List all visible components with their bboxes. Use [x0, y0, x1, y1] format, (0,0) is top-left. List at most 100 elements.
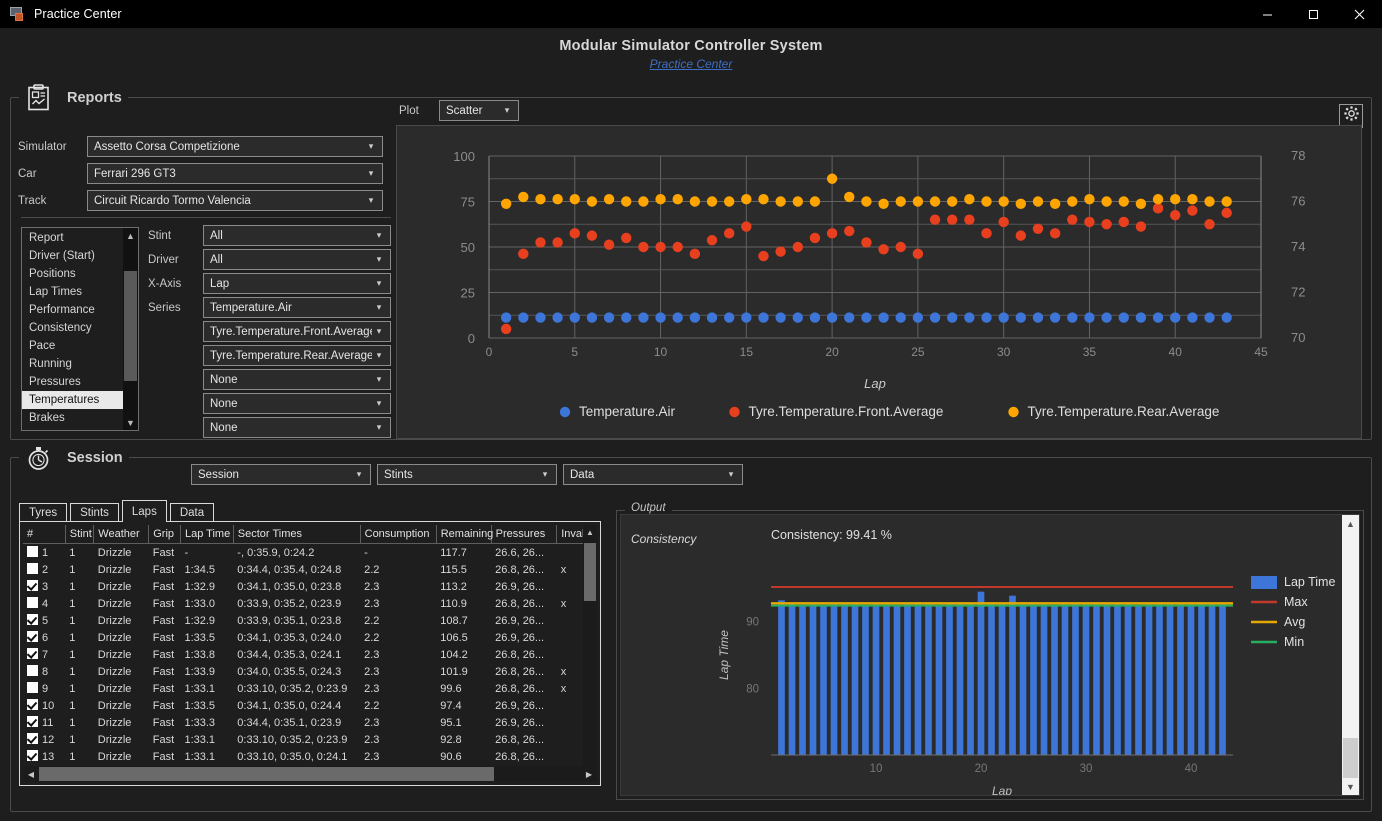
selector-select-3[interactable]: Temperature.Air ▾ — [203, 297, 391, 318]
minimize-button[interactable] — [1244, 0, 1290, 28]
row-checkbox[interactable] — [27, 699, 38, 710]
table-row[interactable]: 3 1 Drizzle Fast 1:32.9 0:34.1, 0:35.0, 0:23.… — [23, 578, 589, 595]
svg-text:0: 0 — [486, 345, 493, 359]
column-header-[interactable]: # — [23, 525, 66, 544]
output-scroll-thumb[interactable] — [1343, 738, 1358, 778]
selector-value-2: Lap — [210, 277, 230, 290]
selector-select-8[interactable]: None ▾ — [203, 417, 391, 438]
scroll-left-icon[interactable]: ◀ — [23, 770, 39, 779]
table-row[interactable]: 9 1 Drizzle Fast 1:33.1 0:33.10, 0:35.2, 0:23… — [23, 680, 589, 697]
cell-lap: 1:33.5 — [184, 699, 216, 712]
session-data-select[interactable]: Data ▾ — [563, 464, 743, 485]
row-checkbox[interactable] — [27, 665, 38, 676]
laps-vscroll-thumb[interactable] — [584, 543, 596, 601]
row-checkbox[interactable] — [27, 750, 38, 761]
selector-select-5[interactable]: Tyre.Temperature.Rear.Average ▾ — [203, 345, 391, 366]
scroll-up-icon[interactable]: ▲ — [1342, 515, 1359, 532]
selector-select-2[interactable]: Lap ▾ — [203, 273, 391, 294]
cell-weather: Drizzle — [97, 614, 132, 627]
row-checkbox[interactable] — [27, 546, 38, 557]
column-header-sector-times[interactable]: Sector Times — [233, 525, 361, 544]
selector-label-1: Driver — [148, 253, 179, 266]
cell-rem: 90.6 — [440, 750, 462, 763]
cell-sectors: 0:33.10, 0:35.2, 0:23.9 — [237, 682, 348, 695]
selector-select-0[interactable]: All ▾ — [203, 225, 391, 246]
column-header-weather[interactable]: Weather — [93, 525, 150, 544]
table-row[interactable]: 1 1 Drizzle Fast - -, 0:35.9, 0:24.2-117.7 26.… — [23, 544, 589, 562]
table-row[interactable]: 12 1 Drizzle Fast 1:33.1 0:33.10, 0:35.2, 0:2… — [23, 731, 589, 748]
selector-select-4[interactable]: Tyre.Temperature.Front.Average ▾ — [203, 321, 391, 342]
row-checkbox[interactable] — [27, 580, 38, 591]
row-checkbox[interactable] — [27, 597, 38, 608]
session-stints-select[interactable]: Stints ▾ — [377, 464, 557, 485]
table-row[interactable]: 5 1 Drizzle Fast 1:32.9 0:33.9, 0:35.1, 0:23.… — [23, 612, 589, 629]
selector-value-0: All — [210, 229, 223, 242]
cell-weather: Drizzle — [97, 682, 132, 695]
column-header-consumption[interactable]: Consumption — [360, 525, 437, 544]
laps-table-hscrollbar[interactable]: ◀ ▶ — [23, 766, 597, 782]
report-list-item-report[interactable]: Report — [22, 229, 138, 247]
practice-center-link[interactable]: Practice Center — [0, 57, 1382, 71]
row-checkbox[interactable] — [27, 563, 38, 574]
car-select[interactable]: Ferrari 296 GT3 ▾ — [87, 163, 383, 184]
report-list-item-performance[interactable]: Performance — [22, 301, 138, 319]
row-checkbox[interactable] — [27, 614, 38, 625]
scroll-up-icon[interactable]: ▲ — [123, 228, 138, 243]
tab-stints[interactable]: Stints — [70, 503, 119, 522]
table-row[interactable]: 4 1 Drizzle Fast 1:33.0 0:33.9, 0:35.2, 0:23.… — [23, 595, 589, 612]
report-list-item-consistency[interactable]: Consistency — [22, 319, 138, 337]
selector-select-7[interactable]: None ▾ — [203, 393, 391, 414]
cell-press: 26.8, 26... — [495, 563, 545, 576]
row-checkbox[interactable] — [27, 716, 38, 727]
scroll-up-icon[interactable]: ▲ — [583, 525, 597, 539]
plot-type-select[interactable]: Scatter ▾ — [439, 100, 519, 121]
report-list-item-lap-times[interactable]: Lap Times — [22, 283, 138, 301]
laps-hscroll-thumb[interactable] — [39, 767, 495, 781]
column-header-remaining[interactable]: Remaining — [436, 525, 493, 544]
table-row[interactable]: 2 1 Drizzle Fast 1:34.5 0:34.4, 0:35.4, 0:24.… — [23, 561, 589, 578]
session-scope-value: Session — [198, 468, 239, 481]
report-listbox[interactable]: Report Driver (Start) Positions Lap Times Pe… — [21, 227, 139, 431]
row-checkbox[interactable] — [27, 682, 38, 693]
report-list-item-pace[interactable]: Pace — [22, 337, 138, 355]
table-row[interactable]: 11 1 Drizzle Fast 1:33.3 0:34.4, 0:35.1, 0:23… — [23, 714, 589, 731]
tab-tyres[interactable]: Tyres — [19, 503, 68, 522]
scroll-down-icon[interactable]: ▼ — [1342, 778, 1359, 795]
report-list-item-brakes[interactable]: Brakes — [22, 409, 138, 427]
column-header-lap-time[interactable]: Lap Time — [180, 525, 234, 544]
report-list-item-pressures[interactable]: Pressures — [22, 373, 138, 391]
scroll-down-icon[interactable]: ▼ — [123, 415, 138, 430]
column-header-grip[interactable]: Grip — [148, 525, 181, 544]
report-list-item-running[interactable]: Running — [22, 355, 138, 373]
track-select[interactable]: Circuit Ricardo Tormo Valencia ▾ — [87, 190, 383, 211]
row-checkbox[interactable] — [27, 631, 38, 642]
report-list-item-positions[interactable]: Positions — [22, 265, 138, 283]
table-row[interactable]: 10 1 Drizzle Fast 1:33.5 0:34.1, 0:35.0, 0:24… — [23, 697, 589, 714]
table-row[interactable]: 6 1 Drizzle Fast 1:33.5 0:34.1, 0:35.3, 0:24.… — [23, 629, 589, 646]
close-button[interactable] — [1336, 0, 1382, 28]
scroll-right-icon[interactable]: ▶ — [581, 770, 597, 779]
session-scope-select[interactable]: Session ▾ — [191, 464, 371, 485]
report-list-item-temperatures[interactable]: Temperatures — [22, 391, 138, 409]
tab-laps[interactable]: Laps — [121, 500, 167, 522]
row-checkbox[interactable] — [27, 733, 38, 744]
column-header-pressures[interactable]: Pressures — [491, 525, 558, 544]
row-checkbox[interactable] — [27, 648, 38, 659]
simulator-select[interactable]: Assetto Corsa Competizione ▾ — [87, 136, 383, 157]
table-row[interactable]: 8 1 Drizzle Fast 1:33.9 0:34.0, 0:35.5, 0:24.… — [23, 663, 589, 680]
output-scrollbar[interactable]: ▲ ▼ — [1342, 515, 1359, 795]
column-header-stint[interactable]: Stint — [65, 525, 95, 544]
selector-select-1[interactable]: All ▾ — [203, 249, 391, 270]
plot-type-row: Plot Scatter ▾ — [399, 100, 519, 121]
cell-grip: Fast — [152, 580, 175, 593]
table-row[interactable]: 13 1 Drizzle Fast 1:33.1 0:33.10, 0:35.0, 0:2… — [23, 748, 589, 765]
tab-data[interactable]: Data — [169, 503, 215, 522]
laps-table-vscrollbar[interactable]: ▲ ▼ — [583, 525, 597, 782]
report-list-scrollbar[interactable]: ▲ ▼ — [123, 228, 138, 430]
table-row[interactable]: 7 1 Drizzle Fast 1:33.8 0:34.4, 0:35.3, 0:24.… — [23, 646, 589, 663]
selector-select-6[interactable]: None ▾ — [203, 369, 391, 390]
report-list-item-driver-start[interactable]: Driver (Start) — [22, 247, 138, 265]
maximize-button[interactable] — [1290, 0, 1336, 28]
report-list-scroll-thumb[interactable] — [124, 271, 137, 381]
cell-index: 8 — [23, 663, 65, 680]
